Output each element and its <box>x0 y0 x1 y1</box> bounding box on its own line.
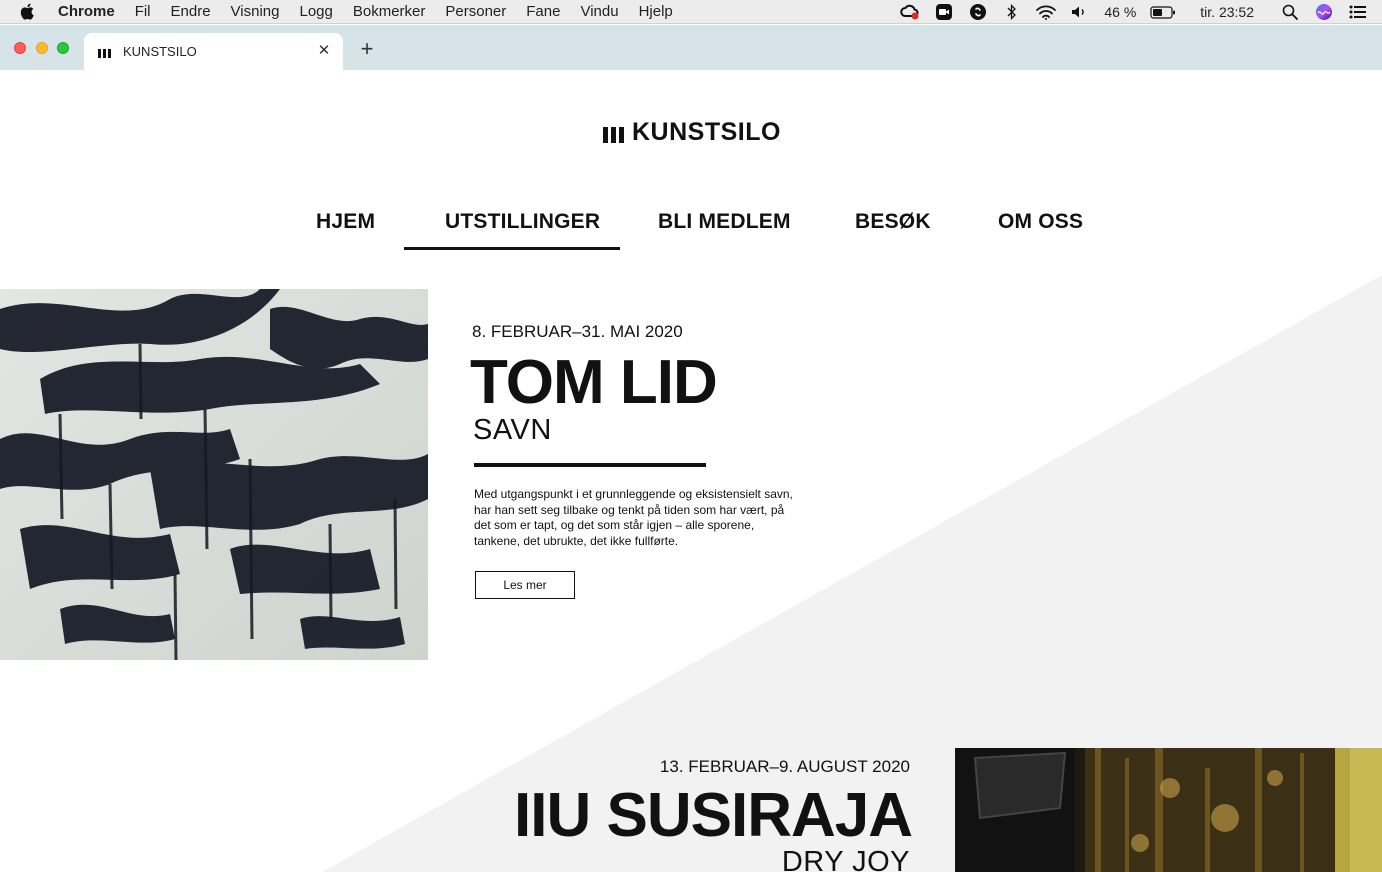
nav-om-oss[interactable]: OM OSS <box>998 210 1083 234</box>
menu-fane[interactable]: Fane <box>526 3 560 20</box>
exhibition-artwork-iiu-susiraja[interactable] <box>955 748 1382 872</box>
nav-besok[interactable]: BESØK <box>855 210 931 234</box>
read-more-button[interactable]: Les mer <box>475 571 575 599</box>
site-logo[interactable]: KUNSTSILO <box>603 118 781 147</box>
menu-personer[interactable]: Personer <box>445 3 506 20</box>
browser-tab-strip: KUNSTSILO ✕ + <box>0 25 1382 70</box>
creative-cloud-icon[interactable] <box>900 2 920 22</box>
exhibition-date: 8. FEBRUAR–31. MAI 2020 <box>472 322 683 341</box>
site-logo-text: KUNSTSILO <box>632 118 781 146</box>
shazam-icon[interactable] <box>968 2 988 22</box>
menu-vindu[interactable]: Vindu <box>580 3 618 20</box>
clock[interactable]: tir. 23:52 <box>1200 4 1254 20</box>
menubar-status-area: 46 % tir. 23:52 <box>900 0 1368 24</box>
battery-percentage: 46 % <box>1104 4 1137 20</box>
menu-logg[interactable]: Logg <box>299 3 332 20</box>
tab-title: KUNSTSILO <box>123 44 197 59</box>
kunstsilo-favicon-icon <box>98 46 112 58</box>
wifi-icon[interactable] <box>1036 2 1057 22</box>
exhibition-title: SAVN <box>473 414 552 446</box>
menu-visning[interactable]: Visning <box>231 3 280 20</box>
nav-active-underline <box>404 247 620 250</box>
exhibition-divider <box>474 463 706 467</box>
exhibition-artist[interactable]: TOM LID <box>470 347 718 419</box>
exhibition-artist[interactable]: IIU SUSIRAJA <box>514 780 913 852</box>
window-minimize-button[interactable] <box>36 42 48 54</box>
notification-center-icon[interactable] <box>1348 2 1368 22</box>
battery-icon[interactable] <box>1150 2 1176 22</box>
window-zoom-button[interactable] <box>57 42 69 54</box>
nav-utstillinger[interactable]: UTSTILLINGER <box>445 210 600 234</box>
exhibition-description: Med utgangspunkt i et grunnleggende og e… <box>474 487 793 548</box>
nav-hjem[interactable]: HJEM <box>316 210 375 234</box>
nav-bli-medlem[interactable]: BLI MEDLEM <box>658 210 791 234</box>
exhibition-date: 13. FEBRUAR–9. AUGUST 2020 <box>659 757 910 776</box>
browser-tab[interactable]: KUNSTSILO ✕ <box>84 33 343 70</box>
menu-endre[interactable]: Endre <box>171 3 211 20</box>
menu-bokmerker[interactable]: Bokmerker <box>353 3 426 20</box>
zoom-icon[interactable] <box>934 2 954 22</box>
volume-icon[interactable] <box>1070 2 1090 22</box>
menu-fil[interactable]: Fil <box>135 3 151 20</box>
spotlight-search-icon[interactable] <box>1280 2 1300 22</box>
window-close-button[interactable] <box>14 42 26 54</box>
menu-app-chrome[interactable]: Chrome <box>58 3 115 20</box>
siri-icon[interactable] <box>1314 2 1334 22</box>
new-tab-button[interactable]: + <box>356 38 378 60</box>
web-page: KUNSTSILO HJEM UTSTILLINGER BLI MEDLEM B… <box>0 70 1382 872</box>
exhibition-title: DRY JOY <box>781 846 910 872</box>
bluetooth-icon[interactable] <box>1002 2 1022 22</box>
apple-icon[interactable] <box>20 3 40 20</box>
kunstsilo-logo-icon <box>603 123 624 143</box>
macos-menu-bar: Chrome Fil Endre Visning Logg Bokmerker … <box>0 0 1382 24</box>
main-navigation: HJEM UTSTILLINGER BLI MEDLEM BESØK OM OS… <box>0 210 1382 250</box>
tab-close-icon[interactable]: ✕ <box>315 42 333 60</box>
menu-hjelp[interactable]: Hjelp <box>639 3 673 20</box>
exhibition-artwork-tom-lid[interactable] <box>0 289 428 660</box>
